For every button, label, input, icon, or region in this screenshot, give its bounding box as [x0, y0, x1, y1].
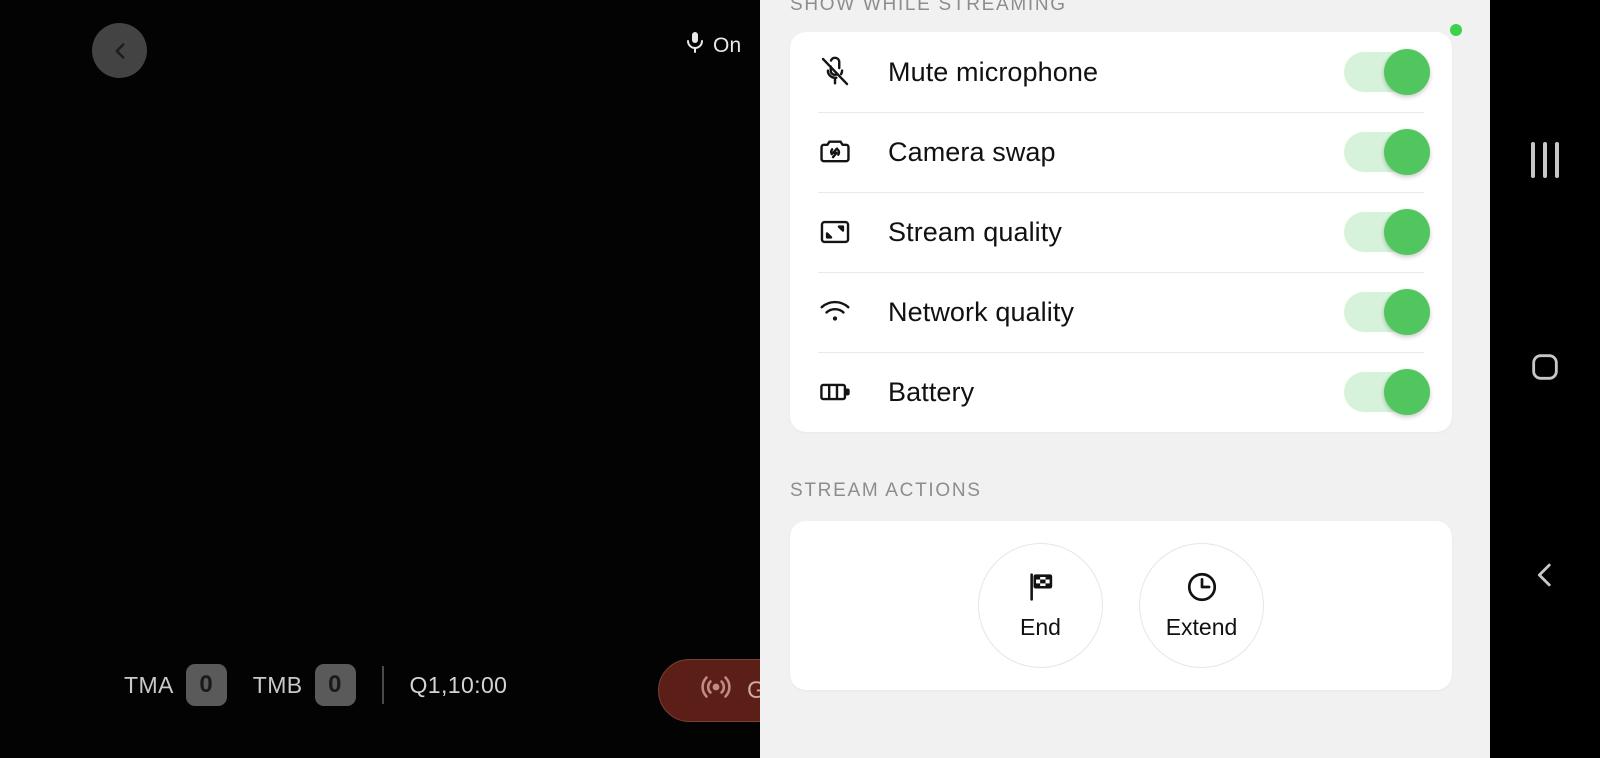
- setting-label-mute-microphone: Mute microphone: [888, 56, 1099, 87]
- setting-label-battery: Battery: [888, 376, 975, 407]
- android-nav-bar: [1490, 0, 1600, 758]
- toggle-thumb: [1384, 49, 1430, 95]
- app-screen: On TMA 0 TMB 0 Q1,10:00 G SHOW WHILE STR…: [0, 0, 1600, 758]
- team-b-score[interactable]: 0: [314, 664, 356, 706]
- setting-row-network-quality[interactable]: Network quality: [790, 272, 1452, 352]
- back-button[interactable]: [92, 23, 147, 78]
- scoreboard-divider: [381, 666, 384, 704]
- setting-label-camera-swap: Camera swap: [888, 136, 1056, 167]
- mic-status-indicator[interactable]: On: [683, 28, 741, 62]
- wifi-icon: [818, 295, 864, 329]
- scoreboard: TMA 0 TMB 0 Q1,10:00: [124, 664, 507, 706]
- stream-quality-icon: [818, 215, 864, 249]
- setting-label-network-quality: Network quality: [888, 296, 1075, 327]
- setting-row-stream-quality[interactable]: Stream quality: [790, 192, 1452, 272]
- home-icon: [1528, 350, 1562, 389]
- broadcast-icon: [699, 670, 733, 711]
- extend-stream-label: Extend: [1165, 614, 1238, 640]
- microphone-icon: [683, 28, 707, 62]
- team-a-score[interactable]: 0: [185, 664, 227, 706]
- section-header-stream-actions: STREAM ACTIONS: [790, 480, 982, 501]
- back-icon: [1528, 558, 1562, 597]
- recents-icon: [1527, 142, 1563, 183]
- nav-back-button[interactable]: [1490, 558, 1600, 597]
- toggle-stream-quality[interactable]: [1344, 209, 1430, 255]
- end-stream-button[interactable]: End: [978, 543, 1103, 668]
- team-b-name: TMB: [252, 671, 303, 698]
- clock-icon: [1185, 570, 1219, 604]
- toggle-thumb: [1384, 289, 1430, 335]
- section-header-show-while-streaming: SHOW WHILE STREAMING: [790, 0, 1067, 15]
- toggle-camera-swap[interactable]: [1344, 129, 1430, 175]
- game-clock: Q1,10:00: [409, 671, 508, 698]
- stream-settings-panel: SHOW WHILE STREAMING Mute microphone Cam…: [760, 0, 1490, 758]
- nav-recents-button[interactable]: [1490, 142, 1600, 183]
- stream-preview: On TMA 0 TMB 0 Q1,10:00 G: [0, 0, 838, 758]
- end-stream-label: End: [1020, 614, 1061, 640]
- toggle-thumb: [1384, 129, 1430, 175]
- setting-row-mute-microphone[interactable]: Mute microphone: [790, 32, 1452, 112]
- toggle-thumb: [1384, 209, 1430, 255]
- toggle-network-quality[interactable]: [1344, 289, 1430, 335]
- setting-row-battery[interactable]: Battery: [790, 352, 1452, 432]
- team-a-name: TMA: [124, 671, 174, 698]
- chevron-left-icon: [107, 38, 133, 64]
- setting-row-camera-swap[interactable]: Camera swap: [790, 112, 1452, 192]
- mic-status-label: On: [713, 33, 742, 57]
- stream-actions-card: End Extend: [790, 521, 1452, 690]
- toggle-thumb: [1384, 369, 1430, 415]
- toggle-battery[interactable]: [1344, 369, 1430, 415]
- battery-icon: [818, 375, 864, 409]
- checkered-flag-icon: [1024, 570, 1058, 604]
- show-while-streaming-card: Mute microphone Camera swap Stream quali…: [790, 32, 1452, 432]
- camera-swap-icon: [818, 135, 864, 169]
- extend-stream-button[interactable]: Extend: [1139, 543, 1264, 668]
- setting-label-stream-quality: Stream quality: [888, 216, 1062, 247]
- nav-home-button[interactable]: [1490, 350, 1600, 389]
- mic-off-icon: [818, 55, 864, 89]
- toggle-mute-microphone[interactable]: [1344, 49, 1430, 95]
